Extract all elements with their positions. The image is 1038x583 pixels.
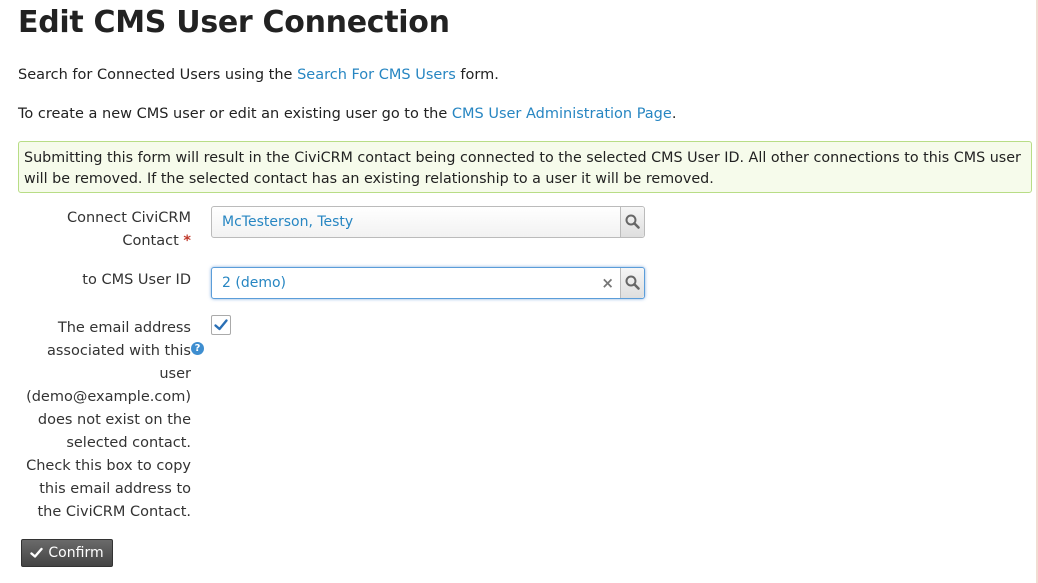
user-label: to CMS User ID — [82, 272, 191, 288]
check-icon — [214, 319, 228, 331]
page-title: Edit CMS User Connection — [18, 5, 450, 40]
confirm-label: Confirm — [48, 545, 104, 561]
cms-user-admin-link[interactable]: CMS User Administration Page — [452, 106, 672, 122]
copy-email-checkbox[interactable] — [211, 315, 231, 335]
confirm-button[interactable]: Confirm — [21, 539, 113, 567]
contact-search-button[interactable] — [620, 207, 644, 237]
contact-label: Connect CiviCRM Contact * — [66, 210, 191, 249]
contact-select[interactable]: McTesterson, Testy — [211, 206, 645, 238]
cms-user-value: 2 (demo) — [222, 275, 286, 291]
clear-icon[interactable]: × — [601, 274, 614, 292]
search-icon — [625, 275, 640, 290]
help-icon[interactable]: ? — [191, 342, 204, 355]
contact-value: McTesterson, Testy — [222, 214, 354, 230]
cms-user-select[interactable]: 2 (demo) × — [211, 267, 645, 299]
admin-instructions: To create a new CMS user or edit an exis… — [18, 106, 677, 122]
search-cms-users-link[interactable]: Search For CMS Users — [297, 67, 456, 83]
check-icon — [30, 547, 44, 558]
required-marker: * — [183, 233, 191, 249]
status-notice: Submitting this form will result in the … — [18, 141, 1032, 193]
search-icon — [625, 214, 640, 229]
cms-user-search-button[interactable] — [620, 268, 644, 298]
search-instructions: Search for Connected Users using the Sea… — [18, 67, 499, 83]
email-copy-label: The email address associated with this u… — [26, 320, 191, 520]
